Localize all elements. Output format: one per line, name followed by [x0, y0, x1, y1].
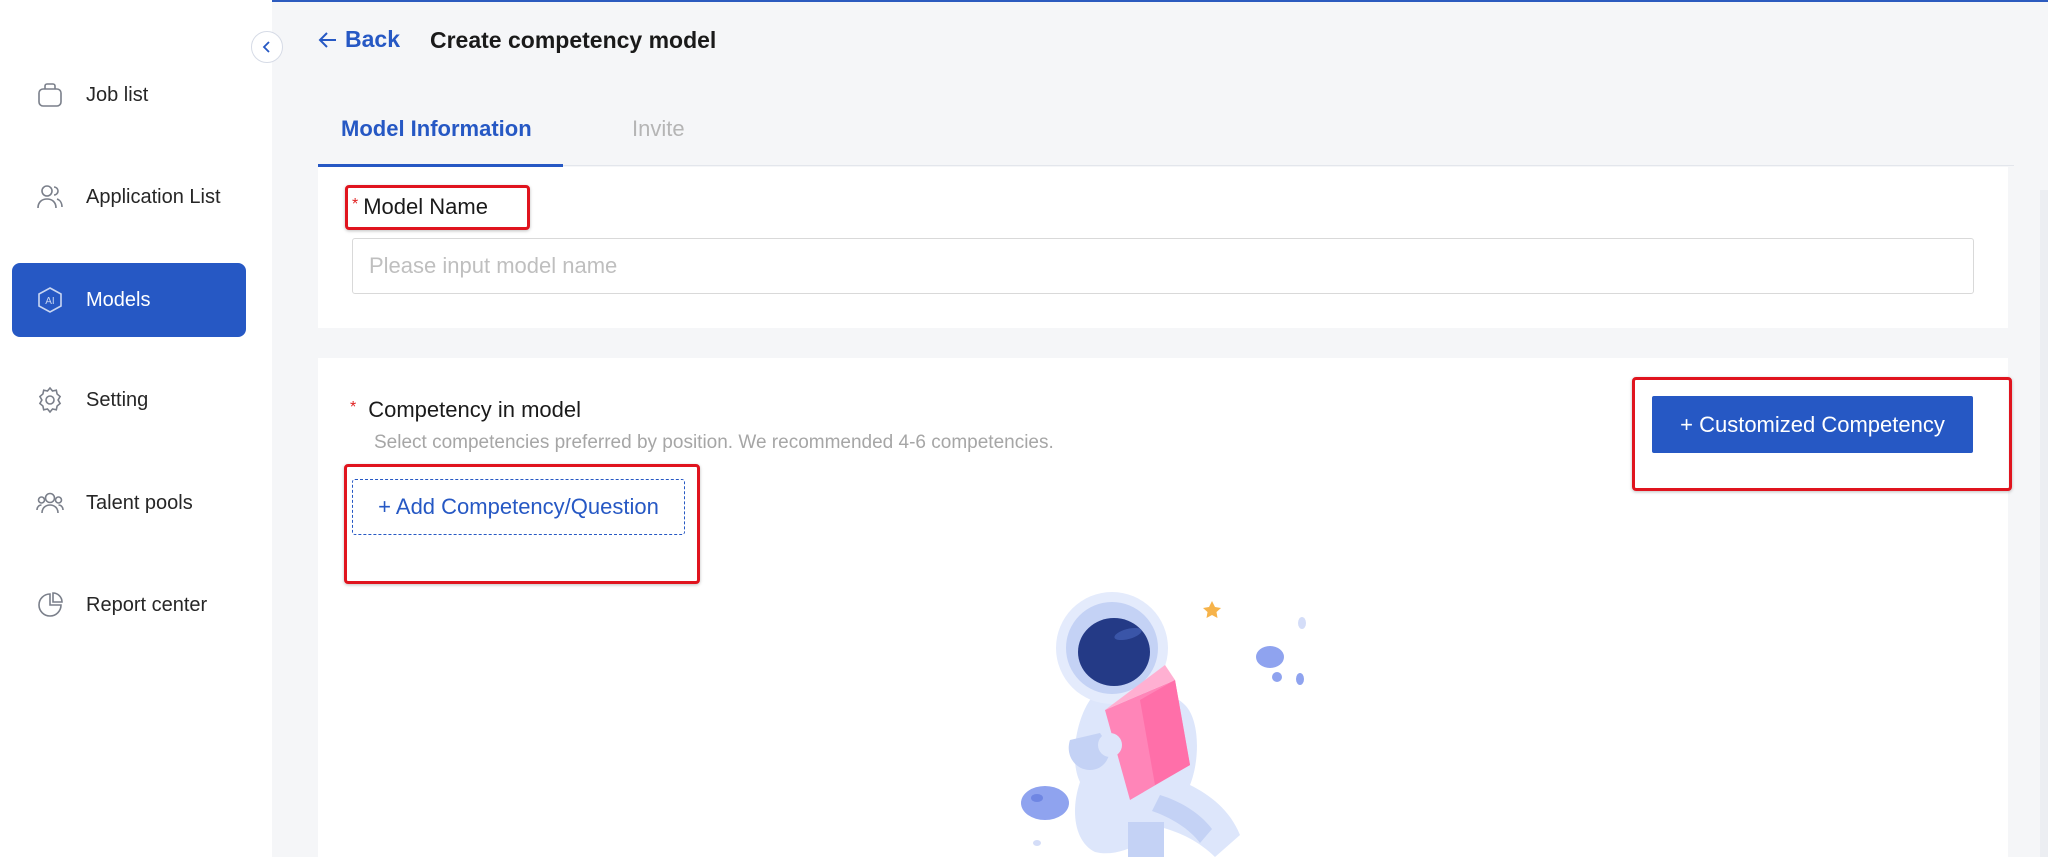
- arrow-left-icon: [318, 31, 336, 48]
- tab-invite[interactable]: Invite: [632, 116, 685, 142]
- sidebar-item-application-list[interactable]: Application List: [12, 160, 246, 234]
- astronaut-reading-illustration: [1021, 592, 1306, 857]
- competency-label-text: Competency in model: [368, 397, 582, 422]
- required-mark: *: [352, 196, 359, 213]
- sidebar-item-talent-pools[interactable]: Talent pools: [12, 466, 246, 540]
- add-competency-button[interactable]: + Add Competency/Question: [352, 479, 685, 535]
- pie-chart-icon: [34, 589, 66, 621]
- group-icon: [34, 487, 66, 519]
- sidebar-item-label: Report center: [86, 593, 208, 616]
- sidebar-item-label: Talent pools: [86, 491, 193, 514]
- sidebar-item-label: Models: [86, 288, 151, 311]
- sidebar-item-job-list[interactable]: Job list: [12, 58, 246, 132]
- model-name-label: * Model Name: [352, 194, 488, 220]
- customized-competency-button[interactable]: + Customized Competency: [1652, 396, 1973, 453]
- back-label: Back: [345, 26, 400, 52]
- sidebar-item-label: Setting: [86, 388, 149, 411]
- sidebar-item-models[interactable]: AI Models: [12, 263, 246, 337]
- tab-model-information[interactable]: Model Information: [341, 116, 532, 142]
- scrollbar[interactable]: [2040, 190, 2048, 857]
- collapse-sidebar-button[interactable]: [251, 31, 283, 63]
- sidebar-item-label: Application List: [86, 185, 221, 208]
- ai-shield-icon: AI: [34, 284, 66, 316]
- tab-bar: Model Information Invite: [318, 96, 2014, 167]
- back-button[interactable]: Back: [317, 26, 400, 53]
- required-mark: *: [350, 399, 357, 416]
- sidebar-item-report-center[interactable]: Report center: [12, 568, 246, 642]
- competency-label: * Competency in model: [350, 397, 581, 423]
- model-name-label-text: Model Name: [363, 194, 488, 219]
- sidebar-item-label: Job list: [86, 83, 149, 106]
- sidebar-item-setting[interactable]: Setting: [12, 363, 246, 437]
- model-name-input[interactable]: [352, 238, 1974, 294]
- users-icon: [34, 181, 66, 213]
- gear-icon: [34, 384, 66, 416]
- page-title: Create competency model: [430, 27, 717, 53]
- top-accent-line: [0, 0, 2048, 2]
- sidebar: Job list Application List AI Models Sett…: [0, 0, 272, 857]
- chevron-left-icon: [262, 41, 270, 53]
- svg-text:AI: AI: [45, 296, 54, 307]
- briefcase-icon: [34, 79, 66, 111]
- competency-hint: Select competencies preferred by positio…: [374, 432, 1054, 453]
